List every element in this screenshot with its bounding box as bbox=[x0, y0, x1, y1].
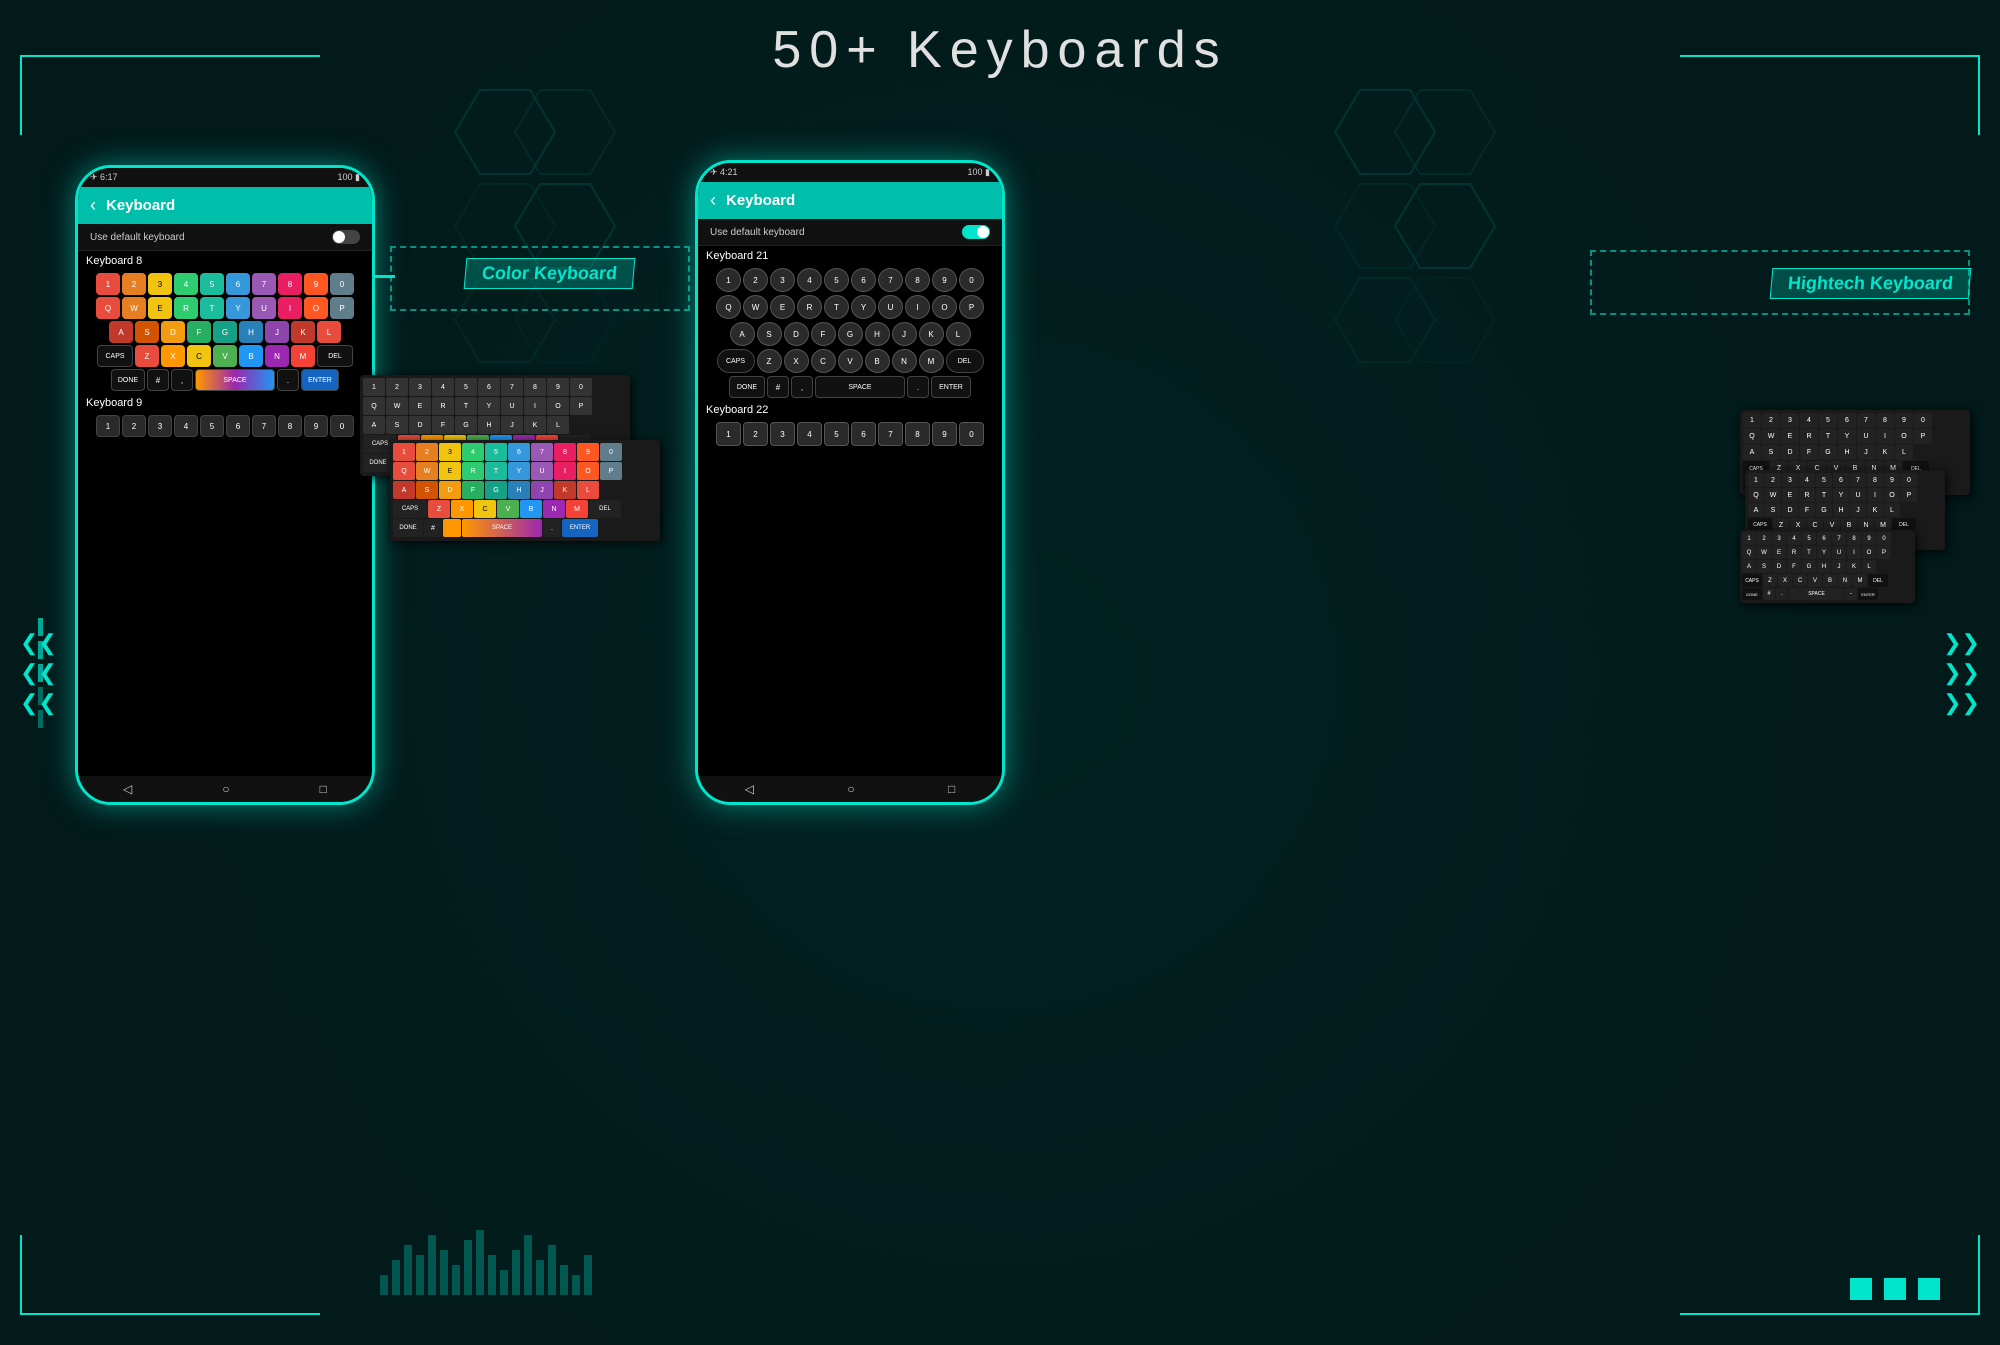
default-kb-label-left: Use default keyboard bbox=[90, 232, 185, 243]
header-title-right: Keyboard bbox=[726, 192, 795, 209]
status-right-info: ✈ 4:21 bbox=[710, 167, 738, 178]
status-left-battery: 100 ▮ bbox=[338, 172, 360, 183]
default-kb-toggle-left: Use default keyboard bbox=[78, 224, 372, 251]
toggle-right[interactable] bbox=[962, 225, 990, 239]
header-bar-left: ‹ Keyboard bbox=[78, 187, 372, 224]
floating-kb-hightech-1: 1 2 3 4 5 6 7 8 9 0 Q W E R T Y U I O P … bbox=[1740, 530, 1915, 603]
nav-recent-right[interactable]: □ bbox=[948, 782, 955, 796]
keyboard-8-display: 1 2 3 4 5 6 7 8 9 0 Q W E R T bbox=[78, 271, 372, 393]
corner-decoration-tr bbox=[1680, 55, 1980, 135]
header-bar-right: ‹ Keyboard bbox=[698, 182, 1002, 219]
corner-decoration-tl bbox=[20, 55, 320, 135]
floating-kb-color-2: 1 2 3 4 5 6 7 8 9 0 Q W E R T Y U I O P … bbox=[390, 440, 660, 541]
kb22-label: Keyboard 22 bbox=[698, 400, 1002, 420]
hightech-keyboard-label: Hightech Keyboard bbox=[1770, 268, 1972, 299]
dot-2[interactable] bbox=[1884, 1278, 1906, 1300]
hex-decoration-right bbox=[1300, 80, 1580, 430]
kb8-label: Keyboard 8 bbox=[78, 251, 372, 271]
right-nav-arrows: ❯❯ ❯❯ ❯❯ bbox=[1943, 632, 1980, 714]
left-indicator-bars bbox=[38, 618, 43, 728]
phone-right: ✈ 4:21 100 ▮ ‹ Keyboard Use default keyb… bbox=[695, 160, 1005, 805]
nav-home-right[interactable]: ○ bbox=[847, 782, 854, 796]
corner-decoration-br bbox=[1680, 1235, 1980, 1315]
bar-chart-decoration bbox=[380, 1215, 680, 1295]
dot-indicators bbox=[1850, 1278, 1940, 1300]
main-title: 50+ Keyboards bbox=[772, 20, 1227, 80]
phone-left: ✈ 6:17 100 ▮ ‹ Keyboard Use default keyb… bbox=[75, 165, 375, 805]
color-keyboard-label: Color Keyboard bbox=[464, 258, 636, 289]
kb21-label: Keyboard 21 bbox=[698, 246, 1002, 266]
nav-back-right[interactable]: ◁ bbox=[745, 782, 754, 796]
phone-nav-left: ◁ ○ □ bbox=[78, 776, 372, 802]
nav-back-left[interactable]: ◁ bbox=[123, 782, 132, 796]
toggle-left[interactable] bbox=[332, 230, 360, 244]
corner-decoration-bl bbox=[20, 1235, 320, 1315]
default-kb-toggle-right: Use default keyboard bbox=[698, 219, 1002, 246]
dashed-line-left bbox=[375, 275, 395, 278]
dot-3[interactable] bbox=[1918, 1278, 1940, 1300]
dot-1[interactable] bbox=[1850, 1278, 1872, 1300]
status-bar-right: ✈ 4:21 100 ▮ bbox=[698, 163, 1002, 182]
status-right-battery: 100 ▮ bbox=[968, 167, 990, 178]
status-left-info: ✈ 6:17 bbox=[90, 172, 118, 183]
header-title-left: Keyboard bbox=[106, 197, 175, 214]
back-button-right[interactable]: ‹ bbox=[710, 190, 716, 211]
phone-nav-right: ◁ ○ □ bbox=[698, 776, 1002, 802]
back-button-left[interactable]: ‹ bbox=[90, 195, 96, 216]
nav-home-left[interactable]: ○ bbox=[222, 782, 229, 796]
nav-recent-left[interactable]: □ bbox=[320, 782, 327, 796]
keyboard-21-display: 1 2 3 4 5 6 7 8 9 0 Q W E R T Y bbox=[698, 266, 1002, 400]
default-kb-label-right: Use default keyboard bbox=[710, 227, 805, 238]
status-bar-left: ✈ 6:17 100 ▮ bbox=[78, 168, 372, 187]
kb9-label: Keyboard 9 bbox=[78, 393, 372, 413]
